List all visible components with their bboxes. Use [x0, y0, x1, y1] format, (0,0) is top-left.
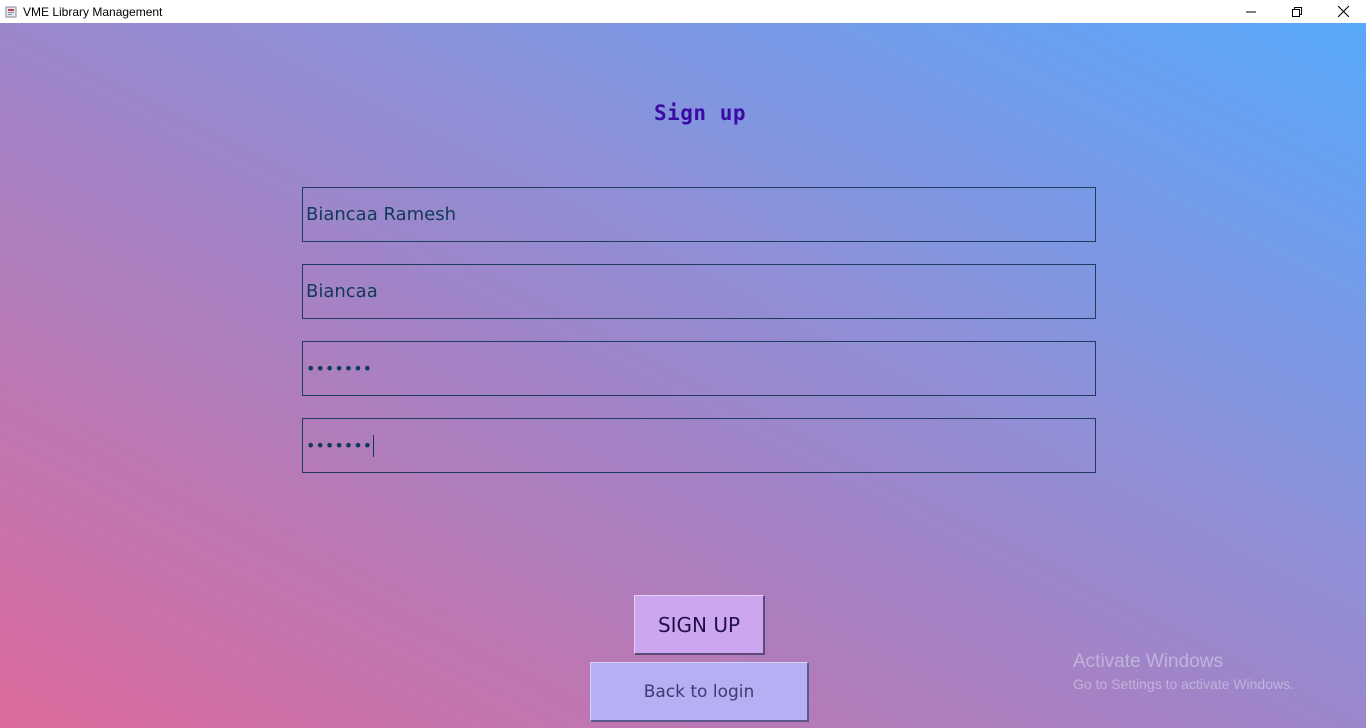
watermark-title: Activate Windows — [1073, 651, 1223, 672]
signup-form-panel: Sign up Biancaa Ramesh Biancaa ••••••• •… — [0, 23, 1366, 728]
close-icon — [1337, 6, 1349, 17]
restore-button[interactable] — [1274, 0, 1320, 23]
full-name-field[interactable]: Biancaa Ramesh — [302, 187, 1096, 242]
activate-windows-watermark: Activate Windows Go to Settings to activ… — [1073, 651, 1294, 692]
window-title: VME Library Management — [23, 4, 163, 19]
title-bar: VME Library Management — [0, 0, 1366, 23]
full-name-value: Biancaa Ramesh — [306, 204, 457, 225]
confirm-password-masked-value: ••••••• — [306, 436, 373, 455]
back-to-login-button[interactable]: Back to login — [590, 662, 809, 722]
text-cursor — [373, 434, 375, 457]
minimize-button[interactable] — [1228, 0, 1274, 23]
window-controls — [1228, 0, 1366, 23]
password-masked-value: ••••••• — [306, 359, 373, 378]
restore-icon — [1292, 6, 1302, 17]
minimize-icon — [1246, 11, 1256, 12]
sign-up-button[interactable]: SIGN UP — [634, 595, 765, 655]
password-field[interactable]: ••••••• — [302, 341, 1096, 396]
confirm-password-field[interactable]: ••••••• — [302, 418, 1096, 473]
app-window-icon[interactable] — [5, 6, 17, 18]
page-title: Sign up — [653, 101, 746, 125]
username-value: Biancaa — [306, 281, 378, 302]
username-field[interactable]: Biancaa — [302, 264, 1096, 319]
watermark-subtitle: Go to Settings to activate Windows. — [1073, 676, 1294, 692]
close-button[interactable] — [1320, 0, 1366, 23]
